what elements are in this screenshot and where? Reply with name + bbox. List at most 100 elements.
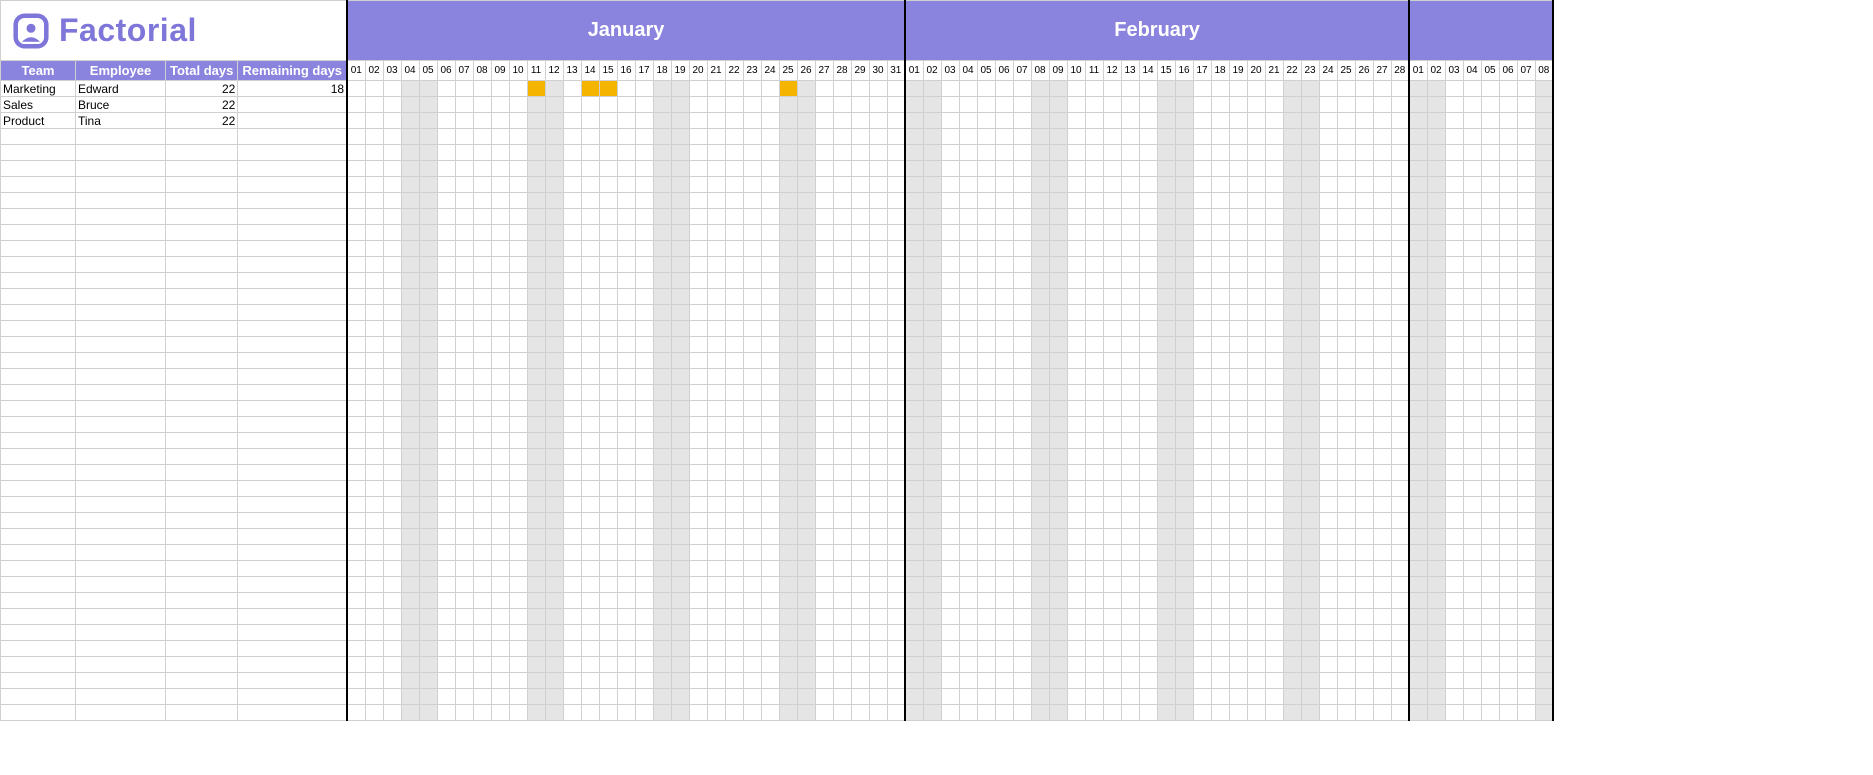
calendar-cell[interactable] <box>617 369 635 385</box>
calendar-cell[interactable] <box>1535 161 1553 177</box>
calendar-cell[interactable] <box>419 337 437 353</box>
calendar-cell[interactable] <box>671 289 689 305</box>
calendar-cell[interactable] <box>959 273 977 289</box>
calendar-cell[interactable] <box>419 593 437 609</box>
calendar-cell[interactable] <box>617 673 635 689</box>
calendar-cell[interactable] <box>941 241 959 257</box>
calendar-cell[interactable] <box>833 193 851 209</box>
calendar-cell[interactable] <box>653 209 671 225</box>
calendar-cell[interactable] <box>1481 209 1499 225</box>
calendar-cell[interactable] <box>671 481 689 497</box>
calendar-cell[interactable] <box>1499 385 1517 401</box>
calendar-cell[interactable] <box>725 321 743 337</box>
calendar-cell[interactable] <box>1481 609 1499 625</box>
calendar-cell[interactable] <box>1121 113 1139 129</box>
calendar-cell[interactable] <box>743 449 761 465</box>
calendar-cell[interactable] <box>1499 289 1517 305</box>
calendar-cell[interactable] <box>491 145 509 161</box>
calendar-cell[interactable] <box>509 113 527 129</box>
calendar-cell[interactable] <box>1355 113 1373 129</box>
calendar-cell[interactable] <box>707 337 725 353</box>
calendar-cell[interactable] <box>941 369 959 385</box>
calendar-cell[interactable] <box>1085 641 1103 657</box>
calendar-cell[interactable] <box>527 369 545 385</box>
calendar-cell[interactable] <box>1373 321 1391 337</box>
calendar-cell[interactable] <box>1499 177 1517 193</box>
calendar-cell[interactable] <box>779 689 797 705</box>
calendar-cell[interactable] <box>527 561 545 577</box>
cell-team[interactable] <box>1 577 76 593</box>
calendar-cell[interactable] <box>1319 689 1337 705</box>
calendar-cell[interactable] <box>959 577 977 593</box>
calendar-cell[interactable] <box>887 161 905 177</box>
calendar-cell[interactable] <box>401 385 419 401</box>
calendar-cell[interactable] <box>1535 513 1553 529</box>
cell-remaining[interactable] <box>238 481 347 497</box>
calendar-cell[interactable] <box>761 657 779 673</box>
calendar-cell[interactable] <box>761 177 779 193</box>
calendar-cell[interactable] <box>1103 321 1121 337</box>
calendar-cell[interactable] <box>725 641 743 657</box>
calendar-cell[interactable] <box>1499 161 1517 177</box>
calendar-cell[interactable] <box>563 497 581 513</box>
calendar-cell[interactable] <box>1049 385 1067 401</box>
calendar-cell[interactable] <box>743 257 761 273</box>
calendar-cell[interactable] <box>851 369 869 385</box>
calendar-cell[interactable] <box>1247 577 1265 593</box>
calendar-cell[interactable] <box>887 321 905 337</box>
calendar-cell[interactable] <box>1049 273 1067 289</box>
calendar-cell[interactable] <box>725 593 743 609</box>
calendar-cell[interactable] <box>1391 625 1409 641</box>
calendar-cell[interactable] <box>1139 673 1157 689</box>
calendar-cell[interactable] <box>1175 385 1193 401</box>
calendar-cell[interactable] <box>1373 273 1391 289</box>
calendar-cell[interactable] <box>527 337 545 353</box>
calendar-cell[interactable] <box>851 385 869 401</box>
calendar-cell[interactable] <box>1319 161 1337 177</box>
calendar-cell[interactable] <box>383 177 401 193</box>
calendar-cell[interactable] <box>1085 513 1103 529</box>
calendar-cell[interactable] <box>869 449 887 465</box>
calendar-cell[interactable] <box>1085 321 1103 337</box>
calendar-cell[interactable] <box>365 241 383 257</box>
calendar-cell[interactable] <box>581 337 599 353</box>
calendar-cell[interactable] <box>887 545 905 561</box>
calendar-cell[interactable] <box>1409 289 1427 305</box>
cell-team[interactable] <box>1 177 76 193</box>
calendar-cell[interactable] <box>887 129 905 145</box>
calendar-cell[interactable] <box>869 337 887 353</box>
cell-total[interactable] <box>166 209 238 225</box>
calendar-cell[interactable] <box>1175 289 1193 305</box>
calendar-cell[interactable] <box>761 513 779 529</box>
calendar-cell[interactable] <box>1103 337 1121 353</box>
calendar-cell[interactable] <box>797 257 815 273</box>
calendar-cell[interactable] <box>401 609 419 625</box>
calendar-cell[interactable] <box>347 513 365 529</box>
calendar-cell[interactable] <box>689 561 707 577</box>
calendar-cell[interactable] <box>1499 705 1517 721</box>
calendar-cell[interactable] <box>959 129 977 145</box>
calendar-cell[interactable] <box>1211 337 1229 353</box>
calendar-cell[interactable] <box>599 161 617 177</box>
calendar-cell[interactable] <box>491 97 509 113</box>
calendar-cell[interactable] <box>923 289 941 305</box>
calendar-cell[interactable] <box>1301 273 1319 289</box>
calendar-cell[interactable] <box>1265 673 1283 689</box>
calendar-cell[interactable] <box>1319 593 1337 609</box>
calendar-cell[interactable] <box>995 209 1013 225</box>
calendar-cell[interactable] <box>1481 321 1499 337</box>
calendar-cell[interactable] <box>1049 641 1067 657</box>
calendar-cell[interactable] <box>599 305 617 321</box>
calendar-cell[interactable] <box>1337 465 1355 481</box>
calendar-cell[interactable] <box>797 161 815 177</box>
cell-employee[interactable] <box>76 545 166 561</box>
calendar-cell[interactable] <box>1157 689 1175 705</box>
calendar-cell[interactable] <box>365 465 383 481</box>
cell-employee[interactable] <box>76 705 166 721</box>
calendar-cell[interactable] <box>545 257 563 273</box>
calendar-cell[interactable] <box>1283 305 1301 321</box>
calendar-cell[interactable] <box>1355 337 1373 353</box>
calendar-cell[interactable] <box>635 545 653 561</box>
calendar-cell[interactable] <box>1139 513 1157 529</box>
calendar-cell[interactable] <box>1049 481 1067 497</box>
